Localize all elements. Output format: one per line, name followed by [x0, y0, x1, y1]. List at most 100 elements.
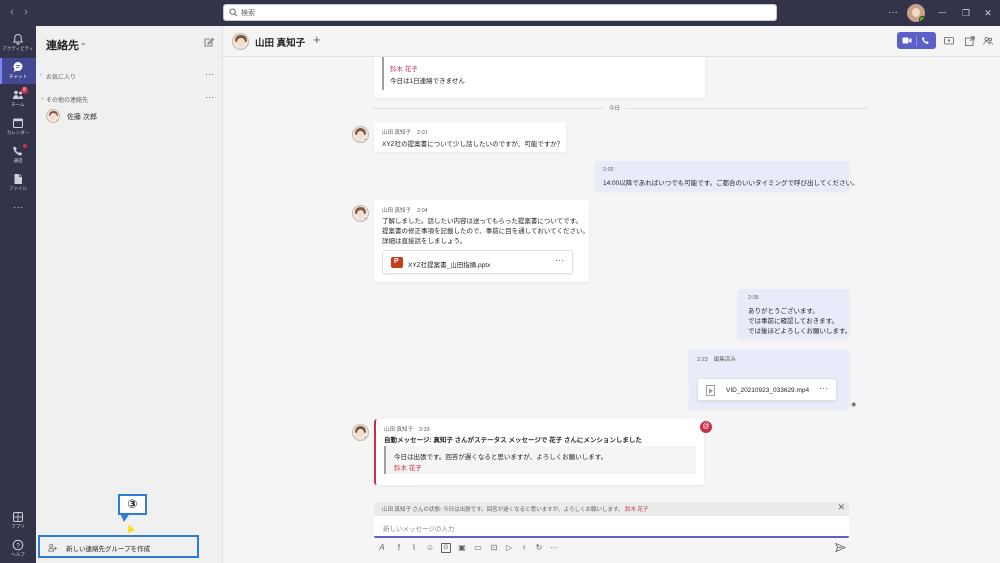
presence-available-icon	[919, 16, 925, 22]
message-time: 2:23	[697, 357, 708, 363]
participants-icon[interactable]	[983, 36, 993, 46]
important-icon[interactable]: !	[394, 543, 404, 553]
pop-out-icon[interactable]	[965, 36, 975, 46]
avatar	[352, 205, 369, 222]
sticker-icon[interactable]: ▣	[457, 543, 467, 553]
maximize-icon[interactable]: ❐	[958, 0, 974, 26]
emoji-icon[interactable]: ☺	[425, 543, 435, 553]
user-avatar[interactable]	[907, 4, 925, 22]
search-placeholder: 検索	[241, 10, 255, 17]
file-more-icon[interactable]: ···	[555, 255, 564, 265]
rail-item-calls[interactable]: 通話	[0, 142, 36, 168]
avatar	[232, 33, 249, 50]
add-participant-icon[interactable]: +	[313, 32, 321, 47]
group-more-icon[interactable]: ···	[205, 92, 214, 102]
message-input-placeholder: 新しいメッセージの入力	[383, 526, 455, 533]
svg-text:?: ?	[16, 542, 20, 549]
calendar-icon	[13, 118, 23, 128]
avatar	[352, 126, 369, 143]
powerpoint-icon	[391, 257, 403, 268]
more-options-icon[interactable]: ···	[885, 0, 901, 26]
edited-label: 編集済み	[713, 357, 736, 363]
group-more-icon[interactable]: ···	[205, 69, 214, 79]
screen-share-icon[interactable]	[944, 36, 954, 46]
message-bubble[interactable]: 山田 真知子 2:04 了解しました。話したい内容は送ってもらった提案書についてで…	[374, 200, 589, 282]
rail-item-activity[interactable]: アクティビティ	[0, 30, 36, 56]
close-icon[interactable]: ✕	[980, 0, 996, 26]
seen-receipt-icon: ◉	[851, 402, 857, 408]
recipient-status-banner: 山田 真知子 さんの状態: 今日は出張です。回答が遅くなると思いますが、よろしく…	[374, 502, 849, 516]
message-input[interactable]: 新しいメッセージの入力	[374, 516, 849, 538]
my-message-bubble[interactable]: 2:23 編集済み VID_20210923_033629.mp4 ···	[689, 349, 849, 409]
loop-icon[interactable]: ↻	[534, 543, 544, 553]
contact-item[interactable]: 佐藤 次郎	[36, 108, 222, 126]
message-time: 2:01	[417, 130, 428, 136]
calls-notification-dot	[23, 144, 27, 148]
rail-label-apps: アプリ	[11, 524, 25, 529]
message-bubble[interactable]: 鈴木 花子 今日は1日連絡できません	[374, 57, 705, 98]
my-message-bubble[interactable]: 2:05 ありがとうございます。 では事前に確認しておきます。 では後ほどよろし…	[738, 289, 852, 339]
callout-pointer	[120, 513, 130, 522]
message-text: ありがとうございます。	[748, 308, 819, 315]
group-favorites[interactable]: › お気に入り ···	[40, 69, 218, 83]
schedule-icon[interactable]: ⊡	[489, 543, 499, 553]
step-callout: ③	[118, 494, 147, 515]
video-call-icon[interactable]	[902, 36, 912, 45]
file-attachment[interactable]: VID_20210923_033629.mp4 ···	[697, 378, 837, 401]
new-chat-icon[interactable]	[204, 37, 214, 47]
minimize-icon[interactable]: —	[934, 0, 950, 26]
file-name: XYZ社提案書_山田指摘.pptx	[408, 262, 491, 269]
rail-item-more[interactable]: ···	[0, 200, 36, 226]
rail-item-files[interactable]: ファイル	[0, 170, 36, 196]
rail-item-chat[interactable]: チャット	[0, 58, 36, 84]
quoted-status: 今日は出張です。回答が遅くなると思いますが、よろしくお願いします。 鈴木 花子	[384, 446, 696, 474]
message-text: 提案書の修正事項を記載したので、事前に目を通しておいてください。	[382, 228, 589, 235]
rail-item-apps[interactable]: アプリ	[0, 508, 36, 534]
praise-icon[interactable]: ♀	[519, 543, 529, 553]
title-bar: ‹ › 検索 ··· — ❐ ✕	[0, 0, 1000, 26]
file-more-icon[interactable]: ···	[819, 383, 828, 393]
message-time: 2:02	[603, 167, 614, 173]
stream-icon[interactable]: ▷	[504, 543, 514, 553]
contacts-title[interactable]: 連絡先	[46, 37, 79, 53]
chevron-down-icon: ⌄	[40, 95, 45, 101]
file-icon	[14, 174, 22, 184]
forward-arrow-icon[interactable]: ›	[20, 6, 32, 18]
avatar	[352, 424, 369, 441]
more-tools-icon[interactable]: ···	[547, 543, 561, 553]
send-icon[interactable]	[835, 542, 846, 553]
close-icon[interactable]: ✕	[837, 502, 845, 513]
rail-label-chat: チャット	[9, 74, 27, 79]
mouse-cursor-icon	[124, 522, 136, 534]
message-text: では後ほどよろしくお願いします。	[748, 328, 852, 335]
chevron-right-icon: ›	[40, 72, 42, 78]
quoted-text: 今日は1日連絡できません	[390, 78, 465, 85]
file-attachment[interactable]: XYZ社提案書_山田指摘.pptx ···	[382, 250, 573, 274]
message-time: 2:04	[417, 208, 428, 214]
rail-item-teams[interactable]: 8 チーム	[0, 86, 36, 112]
meet-now-icon[interactable]: ▭	[473, 543, 483, 553]
message-text: 14:00以降であればいつでも可能です。ご都合のいいタイミングで呼び出してくださ…	[603, 180, 859, 187]
teams-badge: 8	[21, 87, 28, 94]
more-icon: ···	[13, 202, 23, 213]
message-bubble[interactable]: 山田 真知子 3:33 自動メッセージ: 真知子 さんがステータス メッセージで …	[374, 419, 704, 485]
attach-icon[interactable]: ⌇	[409, 543, 419, 553]
search-icon	[229, 8, 238, 17]
status-banner-text: 山田 真知子 さんの状態: 今日は出張です。回答が遅くなると思いますが、よろしく…	[382, 507, 624, 513]
back-arrow-icon[interactable]: ‹	[6, 6, 18, 18]
format-icon[interactable]: A	[377, 543, 387, 553]
chevron-down-icon[interactable]: ⌄	[80, 38, 87, 47]
my-message-bubble[interactable]: 2:02 14:00以降であればいつでも可能です。ご都合のいいタイミングで呼び出…	[595, 161, 859, 191]
message-bubble[interactable]: 山田 真知子 2:01 XYZ社の提案書について少し話したいのですが、可能ですか？	[374, 122, 566, 152]
audio-call-icon[interactable]	[921, 36, 930, 45]
search-input[interactable]: 検索	[223, 4, 777, 21]
new-contact-group-button[interactable]: 新しい連絡先グループを作成	[38, 535, 199, 558]
status-banner-mention: 鈴木 花子	[624, 507, 649, 513]
group-favorites-label: お気に入り	[46, 75, 77, 81]
gif-icon[interactable]: G	[441, 543, 451, 553]
group-other-contacts[interactable]: ⌄ その他の連絡先 ···	[40, 92, 218, 106]
rail-label-calls: 通話	[13, 158, 23, 163]
rail-item-help[interactable]: ? ヘルプ	[0, 536, 36, 562]
chat-title[interactable]: 山田 真知子	[255, 35, 305, 49]
rail-item-calendar[interactable]: カレンダー	[0, 114, 36, 140]
